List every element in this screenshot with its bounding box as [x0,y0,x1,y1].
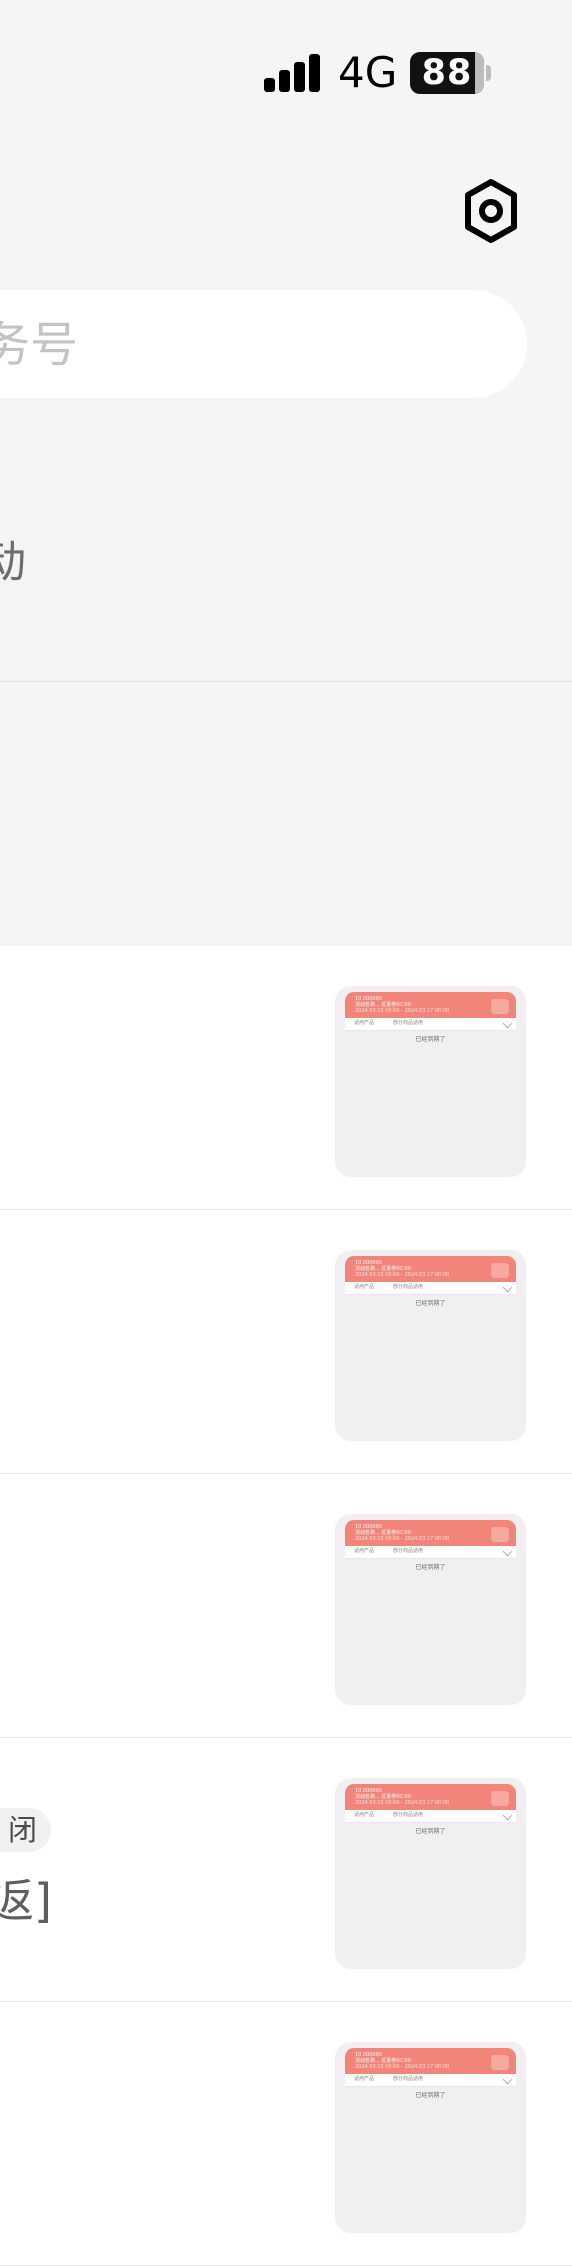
return-text: 返] [0,1874,52,1928]
thumbnail-date-range: 2024.03.15 00:00 - 2024.03.17 00:00 [355,1008,450,1014]
coupon-thumbnail: 10.000000 活动名称... 优惠券02:00 2024.03.15 00… [335,1778,526,1969]
thumbnail-tab: 适用产品 [354,1812,375,1818]
thumbnail-header: 10.000000 活动名称... 优惠券02:00 2024.03.15 00… [345,2048,516,2074]
battery-remaining-area [475,52,484,94]
search-placeholder: 务号 [0,317,79,373]
thumbnail-tab: 部分商品适用 [393,1812,424,1818]
list-item[interactable]: 10.000000 活动名称... 优惠券02:00 2024.03.15 00… [0,1210,572,1474]
thumbnail-tab: 部分商品适用 [393,1284,424,1290]
settings-button[interactable] [456,176,526,246]
chevron-down-icon [502,1810,513,1821]
hexagon-settings-icon [465,179,517,243]
coupon-thumbnail: 10.000000 活动名称... 优惠券02:00 2024.03.15 00… [335,986,526,1177]
thumbnail-header: 10.000000 活动名称... 优惠券02:00 2024.03.15 00… [345,1520,516,1546]
thumbnail-tab: 适用产品 [354,1548,375,1554]
coupon-list: 10.000000 活动名称... 优惠券02:00 2024.03.15 00… [0,946,572,2266]
signal-icon [264,52,324,92]
battery-level: 88 [410,52,484,94]
thumbnail-tab: 适用产品 [354,1020,375,1026]
thumbnail-date-range: 2024.03.15 00:00 - 2024.03.17 00:00 [355,1536,450,1542]
thumbnail-tabs: 适用产品 部分商品适用 [345,1282,516,1294]
thumbnail-tabs: 适用产品 部分商品适用 [345,1018,516,1030]
search-input[interactable]: 务号 [0,290,527,398]
thumbnail-icon [491,1263,509,1278]
status-badge: 闭 [0,1808,52,1852]
thumbnail-expired-text: 已经到期了 [415,1300,446,1307]
thumbnail-tabs: 适用产品 部分商品适用 [345,2074,516,2086]
thumbnail-icon [491,1527,509,1542]
chevron-down-icon [502,1282,513,1293]
thumbnail-tab: 部分商品适用 [393,1020,424,1026]
network-label: 4G [338,48,398,97]
thumbnail-date-range: 2024.03.15 00:00 - 2024.03.17 00:00 [355,1800,450,1806]
list-item[interactable]: 10.000000 活动名称... 优惠券02:00 2024.03.15 00… [0,946,572,1210]
chevron-down-icon [502,1018,513,1029]
battery-percentage: 88 [421,53,473,93]
thumbnail-date-range: 2024.03.15 00:00 - 2024.03.17 00:00 [355,1272,450,1278]
thumbnail-header: 10.000000 活动名称... 优惠券02:00 2024.03.15 00… [345,992,516,1018]
list-item[interactable]: 10.000000 活动名称... 优惠券02:00 2024.03.15 00… [0,2002,572,2266]
status-bar: 4G 88 [0,0,572,140]
thumbnail-tab: 部分商品适用 [393,1548,424,1554]
thumbnail-icon [491,2055,509,2070]
chevron-down-icon [502,2074,513,2085]
thumbnail-icon [491,1791,509,1806]
thumbnail-expired-text: 已经到期了 [415,1828,446,1835]
thumbnail-header: 10.000000 活动名称... 优惠券02:00 2024.03.15 00… [345,1784,516,1810]
filter-label[interactable]: 动 [0,536,26,590]
thumbnail-tabs: 适用产品 部分商品适用 [345,1546,516,1558]
thumbnail-tab: 部分商品适用 [393,2076,424,2082]
battery-tip [486,65,491,81]
list-item[interactable]: 闭 返] 10.000000 活动名称... 优惠券02:00 2024.03.… [0,1738,572,2002]
section-divider [0,681,572,682]
thumbnail-tab: 适用产品 [354,1284,375,1290]
thumbnail-date-range: 2024.03.15 00:00 - 2024.03.17 00:00 [355,2064,450,2070]
coupon-thumbnail: 10.000000 活动名称... 优惠券02:00 2024.03.15 00… [335,1514,526,1705]
thumbnail-header: 10.000000 活动名称... 优惠券02:00 2024.03.15 00… [345,1256,516,1282]
thumbnail-tab: 适用产品 [354,2076,375,2082]
coupon-thumbnail: 10.000000 活动名称... 优惠券02:00 2024.03.15 00… [335,2042,526,2233]
thumbnail-expired-text: 已经到期了 [415,1036,446,1043]
chevron-down-icon [502,1546,513,1557]
thumbnail-tabs: 适用产品 部分商品适用 [345,1810,516,1822]
thumbnail-expired-text: 已经到期了 [415,1564,446,1571]
list-item[interactable]: 10.000000 活动名称... 优惠券02:00 2024.03.15 00… [0,1474,572,1738]
coupon-thumbnail: 10.000000 活动名称... 优惠券02:00 2024.03.15 00… [335,1250,526,1441]
thumbnail-icon [491,999,509,1014]
thumbnail-expired-text: 已经到期了 [415,2092,446,2099]
battery-icon: 88 [410,52,491,94]
